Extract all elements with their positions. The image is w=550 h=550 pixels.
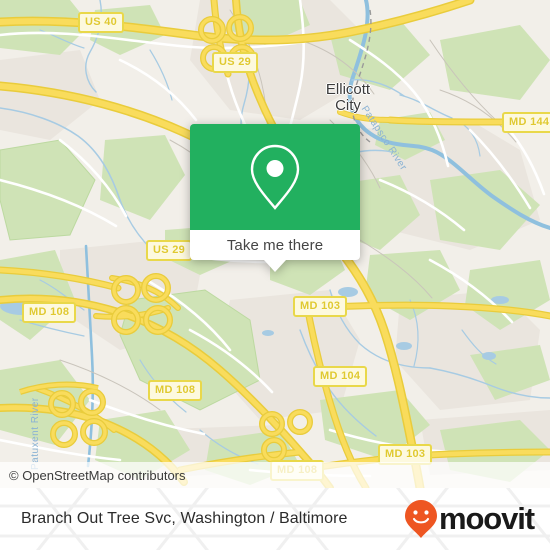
map-pin-icon bbox=[250, 144, 300, 210]
location-title: Branch Out Tree Svc, Washington / Baltim… bbox=[21, 510, 348, 527]
shield-md-144[interactable]: MD 144 bbox=[502, 112, 550, 133]
osm-attribution-text[interactable]: © OpenStreetMap contributors bbox=[0, 468, 186, 483]
moovit-wordmark: moovit bbox=[438, 501, 535, 536]
footer-bar: Branch Out Tree Svc, Washington / Baltim… bbox=[0, 488, 550, 550]
take-me-there-label: Take me there bbox=[226, 236, 324, 254]
shield-us-29-top[interactable]: US 29 bbox=[212, 52, 259, 73]
popup-tail bbox=[264, 260, 286, 272]
popup-footer[interactable]: Take me there bbox=[190, 230, 360, 272]
shield-us-40[interactable]: US 40 bbox=[78, 12, 125, 33]
shield-md-103-upper[interactable]: MD 103 bbox=[293, 296, 348, 317]
moovit-pin-smile-icon bbox=[404, 500, 437, 538]
moovit-brand[interactable]: moovit bbox=[404, 499, 550, 539]
shield-md-108-mid[interactable]: MD 108 bbox=[148, 380, 203, 401]
attribution-bar: © OpenStreetMap contributors bbox=[0, 462, 550, 488]
shield-us-29-mid[interactable]: US 29 bbox=[146, 240, 193, 261]
shield-md-108-left[interactable]: MD 108 bbox=[22, 302, 77, 323]
map-canvas[interactable]: Ellicott City Patapsco River Patuxent Ri… bbox=[0, 0, 550, 488]
shield-md-104[interactable]: MD 104 bbox=[313, 366, 368, 387]
popup-header bbox=[190, 124, 360, 230]
moovit-map-screenshot: Ellicott City Patapsco River Patuxent Ri… bbox=[0, 0, 550, 550]
location-popup-card[interactable]: Take me there bbox=[190, 124, 360, 272]
